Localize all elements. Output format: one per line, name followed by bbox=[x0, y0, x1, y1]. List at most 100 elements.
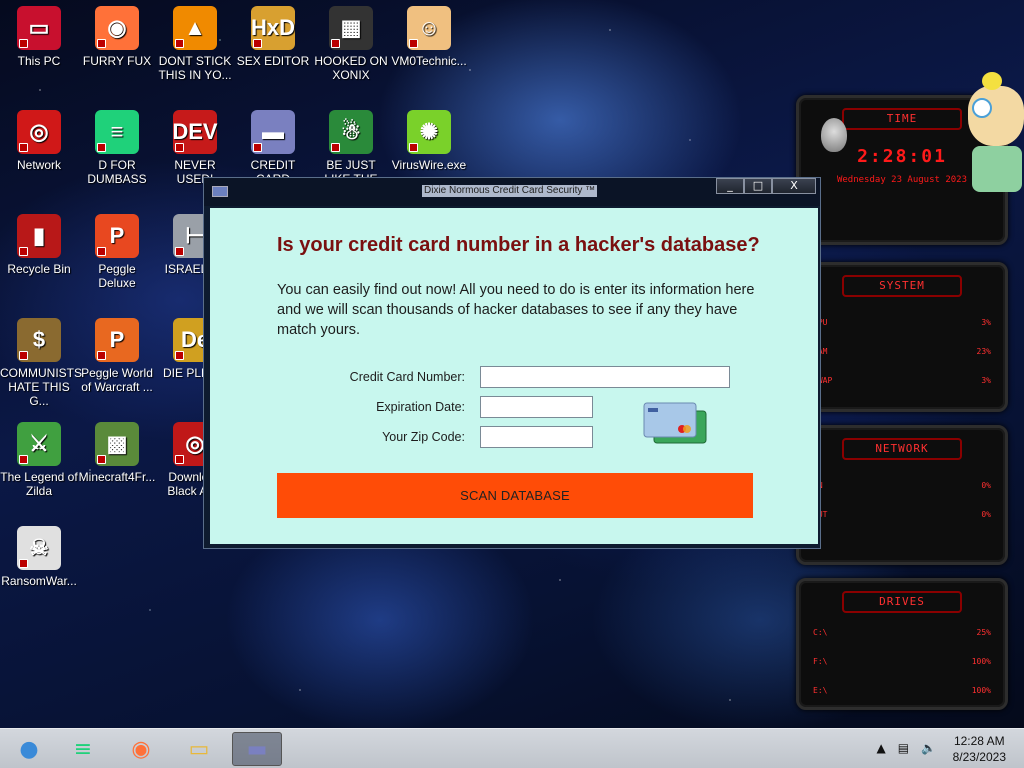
desktop-icon-label: VM0Technic... bbox=[391, 54, 467, 68]
maximize-button[interactable]: □ bbox=[744, 178, 772, 194]
alien-logo-icon bbox=[821, 118, 847, 152]
shortcut-arrow-icon bbox=[19, 247, 28, 256]
card-number-input[interactable] bbox=[480, 366, 730, 388]
desktop-icon-label: This PC bbox=[17, 54, 61, 68]
expiration-date-label: Expiration Date: bbox=[376, 400, 465, 414]
shortcut-arrow-icon bbox=[19, 143, 28, 152]
desktop-icon[interactable]: ☠ RansomWar... bbox=[0, 526, 78, 588]
network-status-icon[interactable]: ▤ bbox=[898, 741, 909, 755]
hex-editor-icon: HxD bbox=[251, 6, 295, 50]
desktop-icon[interactable]: ▦ HOOKED ON XONIX bbox=[312, 6, 390, 82]
system-row: CPU3% bbox=[799, 315, 1005, 330]
desktop-icon-label: Peggle Deluxe bbox=[98, 262, 136, 290]
intro-text: You can easily find out now! All you nee… bbox=[277, 282, 755, 338]
desktop-icon-label: COMMUNISTS HATE THIS G... bbox=[0, 366, 82, 408]
desktop-icon[interactable]: ▲ DONT STICK THIS IN YO... bbox=[156, 6, 234, 82]
system-widget: SYSTEM CPU3% RAM23% SWAP3% bbox=[796, 262, 1008, 412]
shortcut-arrow-icon bbox=[97, 455, 106, 464]
desktop-icon-label: VirusWire.exe bbox=[391, 158, 467, 172]
credit-cards-icon bbox=[642, 401, 710, 449]
dialog-titlebar[interactable]: Dixie Normous Credit Card Security ™ _ □… bbox=[204, 178, 820, 206]
skull-icon: ☠ bbox=[17, 526, 61, 570]
desktop-icon[interactable]: ◉ FURRY FUX bbox=[78, 6, 156, 68]
credit-card-app-icon: ▬ bbox=[246, 736, 268, 762]
headline: Is your credit card number in a hacker's… bbox=[277, 234, 760, 256]
doctor-icon: ☺ bbox=[407, 6, 451, 50]
taskbar-file-explorer-button[interactable]: ▭ bbox=[174, 732, 224, 766]
drive-row-value: 100% bbox=[971, 686, 991, 695]
dev-cpp-icon: DEV bbox=[172, 110, 218, 154]
vlc-icon: ▲ bbox=[173, 6, 217, 50]
desktop-icon-label: The Legend of Zilda bbox=[0, 470, 78, 498]
desktop-icon-label: HOOKED ON XONIX bbox=[314, 54, 388, 82]
shortcut-arrow-icon bbox=[175, 247, 184, 256]
file-explorer-icon: ▭ bbox=[188, 736, 210, 762]
scan-database-button[interactable]: SCAN DATABASE bbox=[277, 473, 753, 518]
xonix-game-icon: ▦ bbox=[329, 6, 373, 50]
shortcut-arrow-icon bbox=[175, 351, 184, 360]
cartoon-character-icon bbox=[962, 72, 1024, 192]
drives-widget: DRIVES C:\ 25% F:\ 100% E:\ 100% bbox=[796, 578, 1008, 710]
desktop-icon[interactable]: ✺ VirusWire.exe bbox=[390, 110, 468, 172]
desktop-icon[interactable]: ◎ Network bbox=[0, 110, 78, 172]
shortcut-arrow-icon bbox=[409, 39, 418, 48]
lime-icon: ✺ bbox=[407, 110, 451, 154]
minimize-button[interactable]: _ bbox=[716, 178, 744, 194]
drives-rows: C:\ 25% F:\ 100% E:\ 100% bbox=[799, 625, 1005, 698]
zip-code-input[interactable] bbox=[480, 426, 593, 448]
shortcut-arrow-icon bbox=[19, 351, 28, 360]
network-widget: NETWORK IN0% OUT0% bbox=[796, 425, 1008, 565]
dialog-content: Is your credit card number in a hacker's… bbox=[210, 208, 818, 544]
desktop-icon[interactable]: P Peggle World of Warcraft ... bbox=[78, 318, 156, 394]
desktop-icon[interactable]: HxD SEX EDITOR bbox=[234, 6, 312, 68]
shortcut-arrow-icon bbox=[175, 143, 184, 152]
expiration-date-input[interactable] bbox=[480, 396, 593, 418]
desktop-icon[interactable]: DEV NEVER USED! bbox=[156, 110, 234, 186]
network-rows: IN0% OUT0% bbox=[799, 478, 1005, 522]
clock-time: 12:28 AM bbox=[953, 734, 1005, 748]
tray-chevron-icon[interactable]: ▲ bbox=[876, 741, 885, 755]
close-button[interactable]: X bbox=[772, 178, 816, 194]
system-row: SWAP 3% bbox=[799, 373, 1005, 388]
drives-widget-title: DRIVES bbox=[842, 591, 962, 613]
taskbar-firefox-button[interactable]: ◉ bbox=[116, 732, 166, 766]
taskbar: ● ≡ ◉ ▭ ▬ ▲ ▤ 🔈 12:28 AM 8/23/2023 bbox=[0, 728, 1024, 768]
desktop-icon[interactable]: $ COMMUNISTS HATE THIS G... bbox=[0, 318, 82, 408]
desktop-icon[interactable]: P Peggle Deluxe bbox=[78, 214, 156, 290]
volume-icon[interactable]: 🔈 bbox=[921, 741, 936, 755]
desktop-icon[interactable]: ⚔ The Legend of Zilda bbox=[0, 422, 78, 498]
desktop-icon-label: Network bbox=[16, 158, 61, 172]
shortcut-arrow-icon bbox=[97, 247, 106, 256]
zelda-icon: ⚔ bbox=[17, 422, 61, 466]
desktop-icon-label: Minecraft4Fr... bbox=[78, 470, 156, 484]
shortcut-arrow-icon bbox=[97, 143, 106, 152]
system-row-value: 23% bbox=[976, 347, 991, 356]
desktop-icon[interactable]: ▮ Recycle Bin bbox=[0, 214, 78, 276]
desktop-icon[interactable]: ☺ VM0Technic... bbox=[390, 6, 468, 68]
desktop-icon[interactable]: ≡ D FOR DUMBASS bbox=[78, 110, 156, 186]
shortcut-arrow-icon bbox=[331, 39, 340, 48]
network-row: OUT0% bbox=[799, 507, 1005, 522]
start-orb-icon: ● bbox=[19, 736, 39, 762]
taskbar-credit-card-app-button[interactable]: ▬ bbox=[232, 732, 282, 766]
desktop-icon-label: Peggle World of Warcraft ... bbox=[81, 366, 153, 394]
system-widget-title: SYSTEM bbox=[842, 275, 962, 297]
time-widget-title: TIME bbox=[842, 108, 962, 130]
dialog-title: Dixie Normous Credit Card Security ™ bbox=[422, 185, 598, 197]
system-row-value: 3% bbox=[981, 318, 991, 327]
desktop-icon-label: RansomWar... bbox=[1, 574, 77, 588]
taskbar-clock[interactable]: 12:28 AM 8/23/2023 bbox=[953, 733, 1006, 765]
drive-row: C:\ 25% bbox=[799, 625, 1005, 640]
desktop-icon-label: Recycle Bin bbox=[7, 262, 71, 276]
drive-row-value: 25% bbox=[976, 628, 991, 637]
desktop-icon[interactable]: ▩ Minecraft4Fr... bbox=[78, 422, 156, 484]
shortcut-arrow-icon bbox=[175, 455, 184, 464]
desktop-icon-label: FURRY FUX bbox=[82, 54, 152, 68]
taskbar-chat-app-button[interactable]: ≡ bbox=[58, 732, 108, 766]
desktop-icon[interactable]: ▭ This PC bbox=[0, 6, 78, 68]
window-controls: _ □ X bbox=[716, 178, 816, 194]
desktop-icon-label: SEX EDITOR bbox=[236, 54, 310, 68]
drive-row-label: E:\ bbox=[813, 686, 828, 695]
money-bag-icon: $ bbox=[17, 318, 61, 362]
taskbar-start-orb-button[interactable]: ● bbox=[4, 732, 54, 766]
